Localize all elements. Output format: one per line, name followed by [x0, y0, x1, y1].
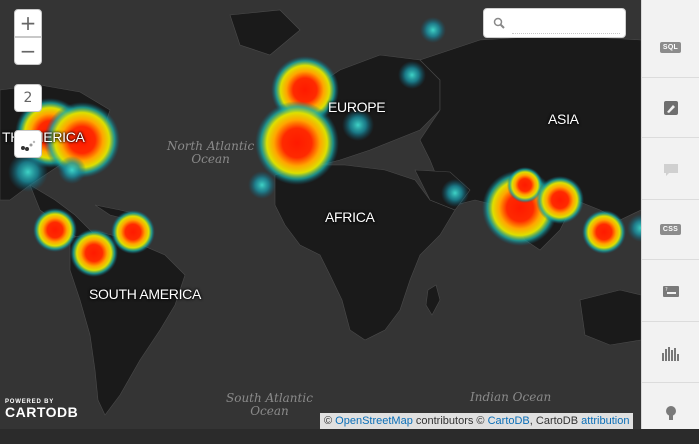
css-label: CSS: [659, 224, 682, 235]
cartodb-logo[interactable]: POWERED BY CARTODB: [5, 399, 78, 420]
continent-label-europe: EUROPE: [328, 99, 386, 115]
map-attribution: © OpenStreetMap contributors © CartoDB, …: [320, 413, 634, 429]
right-toolbar: SQL CSS ?: [641, 0, 699, 429]
search-input[interactable]: [512, 15, 620, 34]
continent-label-africa: AFRICA: [325, 209, 375, 225]
infowindow-panel-button[interactable]: [642, 140, 699, 200]
legend-icon: ?: [662, 285, 679, 297]
search-icon: [493, 17, 505, 29]
greenland-land: [229, 9, 301, 56]
dots-icon: [21, 140, 36, 151]
annotation-panel-button[interactable]: [642, 384, 699, 444]
svg-text:?: ?: [665, 287, 668, 293]
ocean-label-north-atlantic: North Atlantic Ocean: [167, 139, 255, 166]
wizard-panel-button[interactable]: [642, 78, 699, 138]
basemap: [0, 9, 641, 416]
cartodb-link[interactable]: CartoDB: [488, 415, 530, 427]
sql-label: SQL: [659, 42, 682, 53]
filters-panel-button[interactable]: [642, 323, 699, 383]
continent-label-south-america: SOUTH AMERICA: [89, 286, 202, 302]
ocean-label-south-atlantic: South Atlantic Ocean: [226, 391, 313, 418]
sql-panel-button[interactable]: SQL: [642, 18, 699, 78]
madagascar-land: [425, 284, 441, 316]
attribution-link[interactable]: attribution: [581, 415, 629, 427]
ocean-label-indian: Indian Ocean: [470, 390, 552, 404]
zoom-out-button[interactable]: −: [14, 37, 42, 65]
zoom-level-indicator: 2: [14, 84, 42, 112]
css-panel-button[interactable]: CSS: [642, 200, 699, 260]
continent-label-asia: ASIA: [548, 111, 579, 127]
cartodb-text: , CartoDB: [529, 415, 579, 427]
osm-link[interactable]: OpenStreetMap: [335, 415, 413, 427]
pin-icon: [665, 406, 676, 420]
histogram-icon: [661, 346, 679, 361]
paintbrush-icon: [663, 100, 678, 115]
legends-panel-button[interactable]: ?: [642, 262, 699, 322]
brand-name: CARTODB: [5, 404, 79, 420]
australia-land: [579, 289, 641, 346]
copyright-symbol: ©: [324, 415, 333, 427]
search-box[interactable]: [483, 8, 626, 38]
contributors-text: contributors ©: [415, 415, 485, 427]
zoom-in-button[interactable]: +: [14, 9, 42, 37]
layer-selector-button[interactable]: [14, 130, 42, 158]
speech-bubble-icon: [663, 163, 678, 176]
map-canvas[interactable]: TH AMERICA EUROPE ASIA AFRICA SOUTH AMER…: [0, 0, 641, 429]
